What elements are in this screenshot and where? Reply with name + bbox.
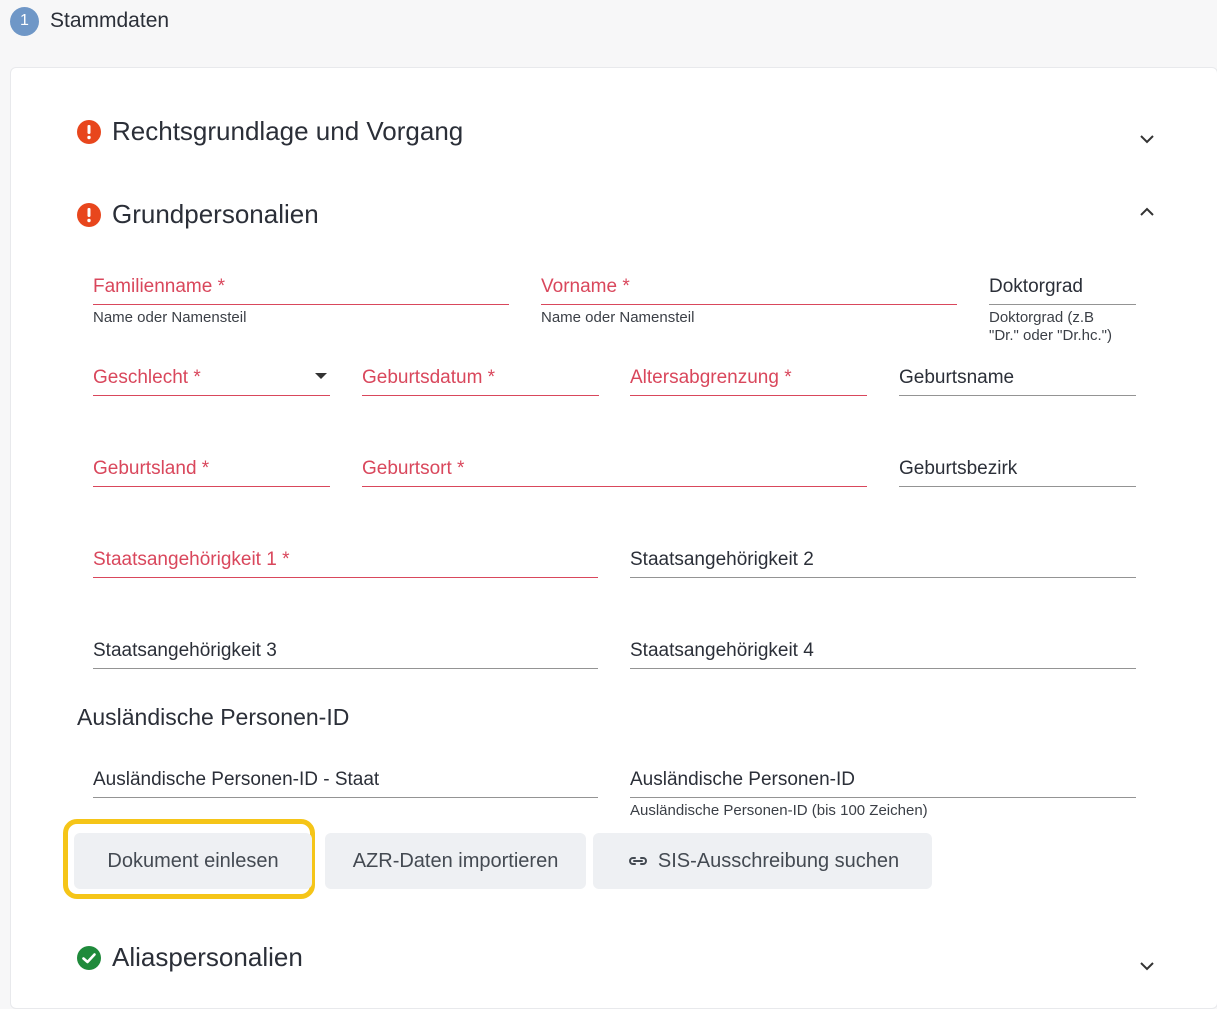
section-header-rechtsgrundlage[interactable]: Rechtsgrundlage und Vorgang [77,116,463,147]
section-header-grundpersonalien[interactable]: Grundpersonalien [77,199,319,230]
section-header-aliaspersonalien[interactable]: Aliaspersonalien [77,942,303,973]
doktorgrad-label: Doktorgrad [989,276,1083,297]
chevron-up-icon[interactable] [1139,204,1155,220]
check-icon [77,945,101,970]
staatsangehoerigkeit-3-field[interactable]: Staatsangehörigkeit 3 [93,628,598,669]
sis-ausschreibung-suchen-button[interactable]: SIS-Ausschreibung suchen [593,833,932,889]
error-icon [77,119,101,144]
staatsangehoerigkeit-1-label: Staatsangehörigkeit 1 * [93,549,290,570]
geburtsdatum-label: Geburtsdatum * [362,367,496,388]
dokument-einlesen-button[interactable]: Dokument einlesen [74,833,312,889]
vorname-field[interactable]: Vorname * [541,264,957,305]
geburtsname-label: Geburtsname [899,367,1015,388]
geburtsort-label: Geburtsort * [362,458,465,479]
altersabgrenzung-label: Altersabgrenzung * [630,367,792,388]
familienname-hint: Name oder Namensteil [93,309,247,326]
geschlecht-select[interactable]: Geschlecht * [93,355,330,396]
sis-ausschreibung-suchen-label: SIS-Ausschreibung suchen [657,849,900,872]
familienname-field[interactable]: Familienname * [93,264,509,305]
step-title: Stammdaten [50,9,170,32]
section-title-aliaspersonalien: Aliaspersonalien [112,942,303,972]
link-icon [628,857,647,865]
dropdown-arrow-icon [315,373,327,379]
chevron-down-icon[interactable] [1139,958,1155,974]
staatsangehoerigkeit-1-field[interactable]: Staatsangehörigkeit 1 * [93,537,598,578]
section-title-rechtsgrundlage: Rechtsgrundlage und Vorgang [112,116,464,146]
geburtsland-label: Geburtsland * [93,458,210,479]
altersabgrenzung-field[interactable]: Altersabgrenzung * [630,355,867,396]
doktorgrad-hint: Doktorgrad (z.B "Dr." oder "Dr.hc.") [989,309,1112,344]
step-header: 1 Stammdaten [10,6,169,36]
staatsangehoerigkeit-2-field[interactable]: Staatsangehörigkeit 2 [630,537,1136,578]
geburtsbezirk-field[interactable]: Geburtsbezirk [899,446,1136,487]
step-number-badge: 1 [10,6,39,36]
geburtsort-field[interactable]: Geburtsort * [362,446,867,487]
azr-daten-importieren-button[interactable]: AZR-Daten importieren [325,833,586,889]
staatsangehoerigkeit-2-label: Staatsangehörigkeit 2 [630,549,814,570]
auslaendische-personen-id-heading: Ausländische Personen-ID [77,704,350,730]
vorname-label: Vorname * [541,276,630,297]
geschlecht-label: Geschlecht * [93,367,201,388]
geburtsland-field[interactable]: Geburtsland * [93,446,330,487]
auslaendische-id-staat-field[interactable]: Ausländische Personen-ID - Staat [93,757,598,798]
auslaendische-id-staat-label: Ausländische Personen-ID - Staat [93,769,380,790]
geburtsbezirk-label: Geburtsbezirk [899,458,1018,479]
vorname-hint: Name oder Namensteil [541,309,695,326]
staatsangehoerigkeit-4-label: Staatsangehörigkeit 4 [630,640,814,661]
doktorgrad-field[interactable]: Doktorgrad [989,264,1136,305]
staatsangehoerigkeit-4-field[interactable]: Staatsangehörigkeit 4 [630,628,1136,669]
stammdaten-card: Rechtsgrundlage und Vorgang Grundpersona… [10,67,1217,1009]
auslaendische-id-hint: Ausländische Personen-ID (bis 100 Zeiche… [630,802,928,819]
error-icon [77,202,101,227]
geburtsname-field[interactable]: Geburtsname [899,355,1136,396]
familienname-label: Familienname * [93,276,225,297]
auslaendische-id-field[interactable]: Ausländische Personen-ID [630,757,1136,798]
staatsangehoerigkeit-3-label: Staatsangehörigkeit 3 [93,640,277,661]
chevron-down-icon[interactable] [1139,131,1155,147]
auslaendische-id-label: Ausländische Personen-ID [630,769,855,790]
section-title-grundpersonalien: Grundpersonalien [112,199,319,229]
geburtsdatum-field[interactable]: Geburtsdatum * [362,355,599,396]
